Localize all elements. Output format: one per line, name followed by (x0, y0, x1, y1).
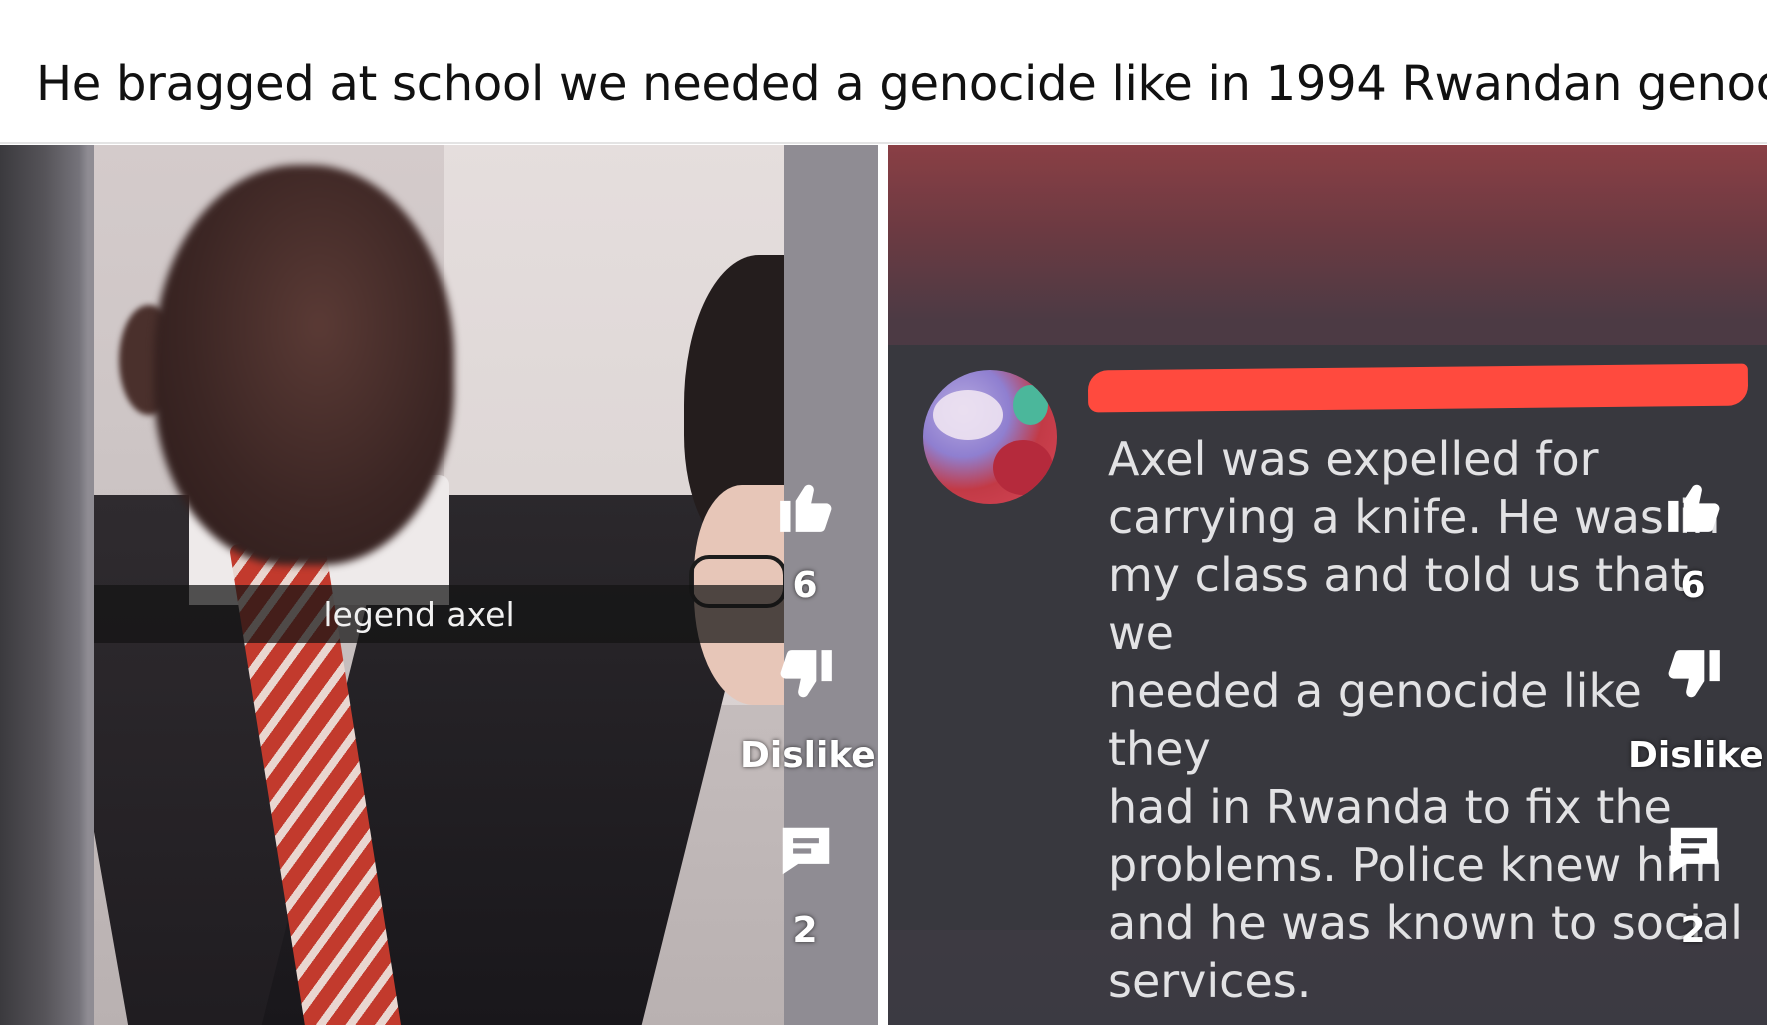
dislike-label: Dislike (740, 735, 876, 776)
dislike-label: Dislike (1628, 735, 1764, 776)
thumbs-up-icon[interactable] (1663, 475, 1725, 537)
thumbs-down-icon[interactable] (775, 645, 837, 707)
right-video-screenshot: Axel was expelled for carrying a knife. … (888, 145, 1767, 1025)
post-headline: He bragged at school we needed a genocid… (36, 56, 1767, 112)
like-count: 6 (1680, 565, 1706, 606)
blurred-face (154, 165, 454, 565)
left-video-screenshot: legend axel 6 Dislike 2 (0, 145, 878, 1025)
comment-icon[interactable] (775, 820, 837, 882)
comment-count: 2 (1680, 910, 1706, 951)
thumbs-up-icon[interactable] (775, 475, 837, 537)
video-caption-bar: legend axel (94, 585, 784, 643)
avatar[interactable] (923, 370, 1057, 504)
action-column: 6 Dislike 2 (1628, 145, 1764, 1025)
like-count: 6 (792, 565, 818, 606)
comment-icon[interactable] (1663, 820, 1725, 882)
action-column: 6 Dislike 2 (740, 145, 876, 1025)
video-caption: legend axel (323, 594, 515, 634)
comment-count: 2 (792, 910, 818, 951)
divider (0, 142, 1767, 144)
thumbs-down-icon[interactable] (1663, 645, 1725, 707)
